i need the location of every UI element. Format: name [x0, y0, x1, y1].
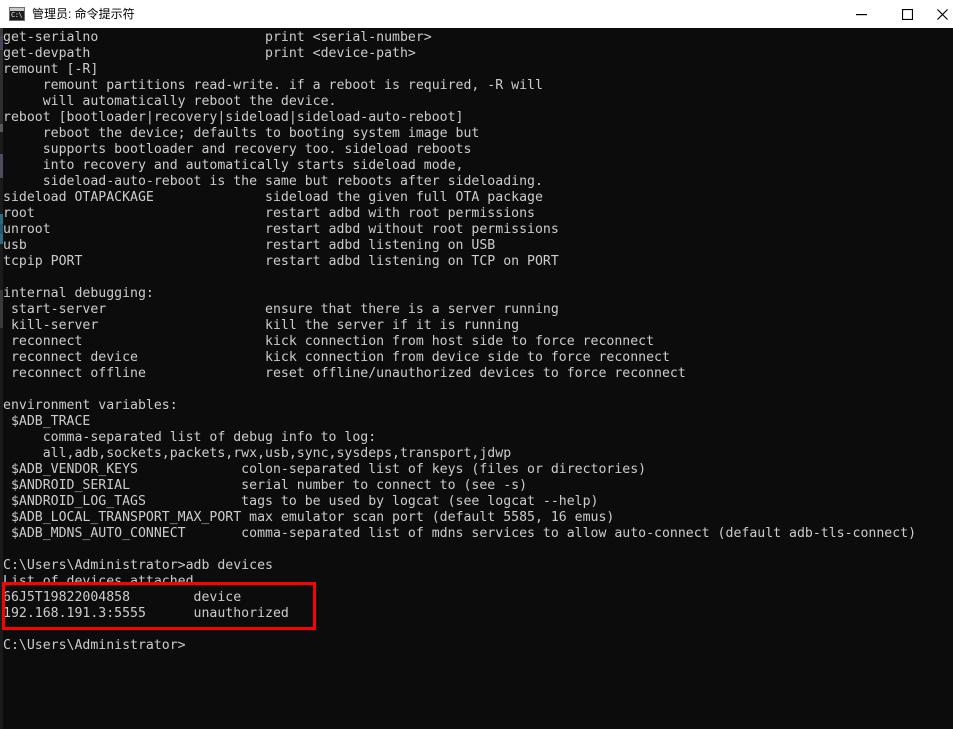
- close-button[interactable]: [930, 0, 953, 28]
- window-title: 管理员: 命令提示符: [32, 7, 135, 21]
- cmd-icon: C:\: [9, 7, 25, 21]
- console-output-area[interactable]: get-serialno print <serial-number> get-d…: [0, 28, 953, 729]
- cmd-icon-prompt-glyph: C:\: [11, 11, 23, 19]
- window-controls: [838, 0, 953, 28]
- minimize-button[interactable]: [838, 0, 884, 28]
- command-prompt-window: C:\ 管理员: 命令提示符 get-serialno print <seria…: [0, 0, 953, 729]
- terminal-text: get-serialno print <serial-number> get-d…: [3, 30, 917, 653]
- titlebar-left-group: C:\ 管理员: 命令提示符: [0, 6, 838, 22]
- maximize-button[interactable]: [884, 0, 930, 28]
- window-titlebar[interactable]: C:\ 管理员: 命令提示符: [0, 0, 953, 28]
